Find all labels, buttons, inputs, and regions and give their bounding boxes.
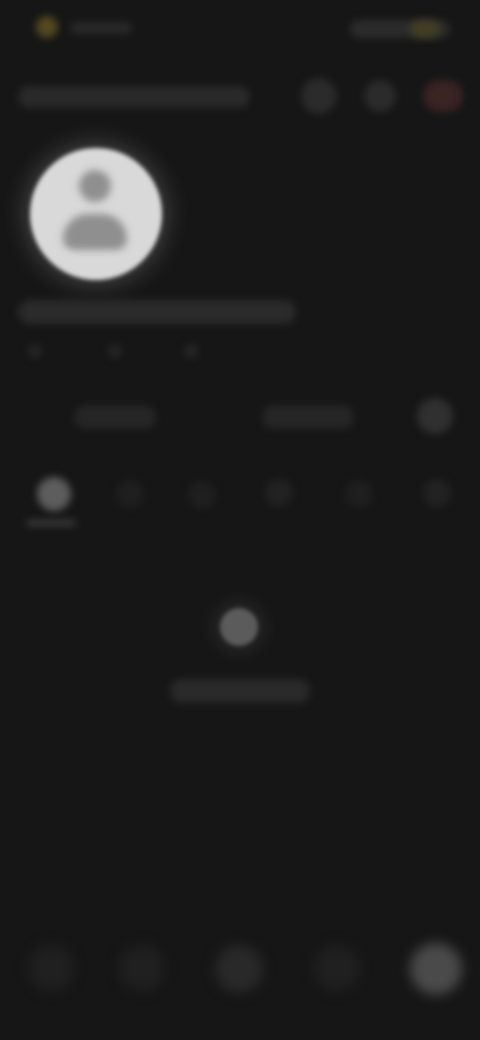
stat-3 xyxy=(184,344,198,358)
secondary-action-button[interactable] xyxy=(262,405,354,429)
tab-icon-2[interactable] xyxy=(116,480,144,508)
toolbar-button-2[interactable] xyxy=(364,80,396,112)
status-accent xyxy=(410,20,440,38)
status-bar xyxy=(0,0,480,60)
empty-state-icon xyxy=(220,608,258,646)
primary-action-button[interactable] xyxy=(74,405,156,429)
avatar-body xyxy=(63,214,127,250)
tab-icon-5[interactable] xyxy=(345,480,373,508)
username-label xyxy=(18,86,250,108)
more-icon[interactable] xyxy=(417,398,453,434)
stat-2 xyxy=(108,344,122,358)
active-tab-indicator xyxy=(26,520,76,526)
tab-icon-3[interactable] xyxy=(188,481,216,509)
message-icon[interactable] xyxy=(314,945,360,991)
center-icon[interactable] xyxy=(215,945,263,993)
avatar-head xyxy=(79,170,111,202)
status-left-pill xyxy=(70,22,132,34)
profile-name xyxy=(18,300,296,324)
home-icon[interactable] xyxy=(28,945,74,991)
toolbar-button-3[interactable] xyxy=(423,80,463,112)
empty-state-label xyxy=(170,679,310,703)
profile-icon[interactable] xyxy=(410,943,462,995)
search-icon[interactable] xyxy=(119,945,165,991)
tab-icon-4[interactable] xyxy=(265,479,293,507)
stat-1 xyxy=(28,344,42,358)
tab-icon-6[interactable] xyxy=(423,479,451,507)
toolbar-button-1[interactable] xyxy=(301,78,337,114)
grid-icon[interactable] xyxy=(37,477,71,511)
status-dot-icon xyxy=(36,16,58,38)
